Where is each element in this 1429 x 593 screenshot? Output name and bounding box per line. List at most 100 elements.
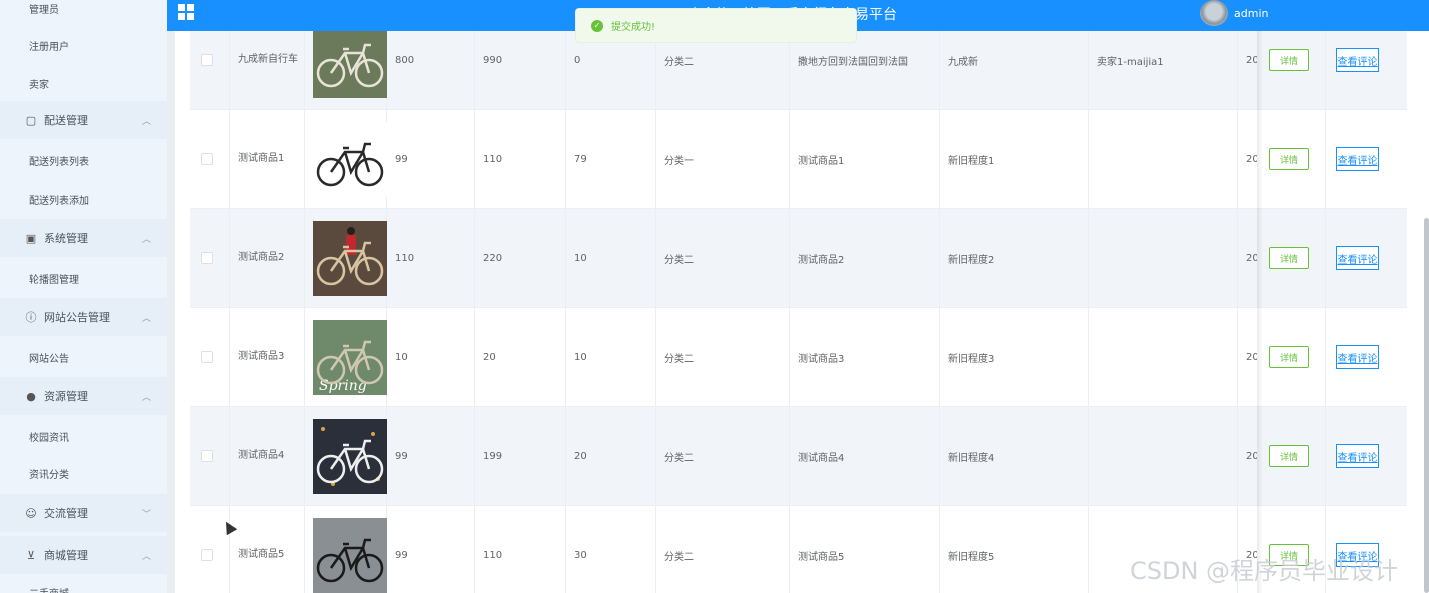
view-comments-button[interactable]: 查看评论: [1336, 345, 1379, 369]
sidebar-item-label: 资源管理: [44, 390, 88, 403]
picture-icon: ▣: [25, 231, 37, 245]
sidebar-item[interactable]: 卖家: [0, 64, 167, 102]
chevron-down-icon: ﹀: [141, 509, 151, 520]
cell-text: 卖家1-maijia1: [1097, 56, 1164, 68]
cell-text: 测试商品2: [238, 252, 285, 263]
table-row: 测试商品2 110 220 10 分类二 测试商品2 新旧程度2 20 详情 查看评论: [190, 209, 1407, 308]
row-checkbox[interactable]: [201, 549, 213, 561]
detail-cell: 详情: [1257, 308, 1326, 406]
sidebar-item[interactable]: 配送列表添加: [0, 180, 167, 218]
sidebar-item[interactable]: 注册用户: [0, 26, 167, 64]
cell-seller: [1089, 209, 1238, 307]
product-table: 九成新自行车 800 990 0 分类二 撒地方回到法国回到法国 九成新 卖家1-maijia…: [190, 31, 1407, 593]
review-cell: 查看评论: [1326, 31, 1407, 109]
detail-cell: 详情: [1257, 407, 1326, 505]
location-icon: ●: [26, 389, 36, 403]
select-cell: [190, 110, 230, 208]
cell-v2: 199: [475, 407, 566, 505]
review-cell: 查看评论: [1326, 407, 1407, 505]
review-cell: 查看评论: [1326, 209, 1407, 307]
cell-v1: 800: [387, 31, 475, 109]
sidebar-divider: [167, 0, 175, 593]
cell-text: 30: [574, 549, 587, 561]
cell-text: 九成新: [948, 56, 978, 68]
cell-text: 20: [483, 351, 496, 363]
sidebar-item-label: 卖家: [29, 79, 49, 91]
view-comments-button[interactable]: 查看评论: [1336, 48, 1379, 72]
cell-category: 分类二: [656, 506, 790, 593]
sidebar-item[interactable]: 资讯分类: [0, 454, 167, 492]
sidebar-item[interactable]: 二手商城: [0, 573, 167, 593]
cell-trunc: 20: [1238, 209, 1257, 307]
cell-text: 分类二: [664, 551, 694, 563]
select-cell: [190, 209, 230, 307]
cell-text: 20: [1246, 252, 1257, 264]
image-cell: [305, 209, 387, 307]
cell-trunc: 20: [1238, 110, 1257, 208]
cell-v2: 110: [475, 110, 566, 208]
cell-trunc: 20: [1238, 308, 1257, 406]
view-comments-button[interactable]: 查看评论: [1336, 246, 1379, 270]
sidebar-item[interactable]: ☺ 交流管理 ﹀: [0, 494, 167, 532]
user-name[interactable]: admin: [1234, 7, 1268, 20]
sidebar-item[interactable]: ● 资源管理 ︿: [0, 377, 167, 415]
sidebar-item[interactable]: 校园资讯: [0, 417, 167, 455]
sidebar-item[interactable]: ▣ 系统管理 ︿: [0, 219, 167, 257]
sidebar-item-label: 交流管理: [44, 507, 88, 520]
cell-text: 测试商品4: [238, 450, 285, 461]
row-checkbox[interactable]: [201, 54, 213, 66]
sidebar-item[interactable]: ⓘ 网站公告管理 ︿: [0, 298, 167, 336]
chevron-up-icon: ︿: [141, 313, 151, 324]
row-checkbox[interactable]: [201, 153, 213, 165]
view-comments-button[interactable]: 查看评论: [1336, 444, 1379, 468]
cell-category: 分类二: [656, 407, 790, 505]
cell-trunc: 20: [1238, 31, 1257, 109]
row-checkbox[interactable]: [201, 450, 213, 462]
cell-text: 199: [483, 450, 503, 462]
sidebar-item[interactable]: 轮播图管理: [0, 259, 167, 297]
cell-desc: 测试商品5: [790, 506, 940, 593]
avatar[interactable]: [1200, 0, 1228, 26]
chevron-up-icon: ︿: [141, 116, 151, 127]
cell-text: 测试商品4: [798, 452, 845, 464]
cell-v1: 110: [387, 209, 475, 307]
table-row: 测试商品1 99 110 79 分类一 测试商品1 新旧程度1 20 详情 查看评论: [190, 110, 1407, 209]
chevron-up-icon: ︿: [141, 234, 151, 245]
sidebar-item[interactable]: 配送列表列表: [0, 141, 167, 179]
product-thumbnail: Spring: [313, 319, 387, 395]
cell-text: 0: [574, 54, 581, 66]
sidebar-item-label: 网站公告管理: [44, 311, 110, 324]
detail-button[interactable]: 详情: [1269, 346, 1309, 368]
cell-text: 新旧程度2: [948, 254, 995, 266]
sidebar-item[interactable]: ⊻ 商城管理 ︿: [0, 536, 167, 574]
cell-text: 110: [483, 549, 503, 561]
vertical-scrollbar[interactable]: [1424, 218, 1429, 593]
cell-desc: 测试商品2: [790, 209, 940, 307]
sidebar-item[interactable]: ▢ 配送管理 ︿: [0, 101, 167, 139]
cell-v3: 30: [566, 506, 656, 593]
sidebar-item-label: 二手商城: [29, 585, 69, 593]
cell-text: 分类二: [664, 56, 694, 68]
detail-button[interactable]: 详情: [1269, 247, 1309, 269]
sidebar-item-label: 轮播图管理: [29, 274, 79, 286]
menu-grid-icon[interactable]: [178, 4, 194, 20]
cell-text: 800: [395, 54, 415, 66]
sidebar-item[interactable]: 网站公告: [0, 338, 167, 376]
cell-v1: 99: [387, 110, 475, 208]
cell-condition: 新旧程度3: [940, 308, 1089, 406]
detail-button[interactable]: 详情: [1269, 49, 1309, 71]
row-checkbox[interactable]: [201, 351, 213, 363]
row-checkbox[interactable]: [201, 252, 213, 264]
detail-button[interactable]: 详情: [1269, 148, 1309, 170]
cell-text: 新旧程度1: [948, 155, 995, 167]
cell-text: 990: [483, 54, 503, 66]
cell-text: 99: [395, 153, 408, 165]
cell-seller: [1089, 407, 1238, 505]
detail-cell: 详情: [1257, 110, 1326, 208]
sidebar-item[interactable]: 管理员: [0, 0, 167, 27]
cell-v3: 10: [566, 209, 656, 307]
product-thumbnail: [313, 418, 387, 494]
cell-v3: 79: [566, 110, 656, 208]
view-comments-button[interactable]: 查看评论: [1336, 147, 1379, 171]
detail-button[interactable]: 详情: [1269, 445, 1309, 467]
